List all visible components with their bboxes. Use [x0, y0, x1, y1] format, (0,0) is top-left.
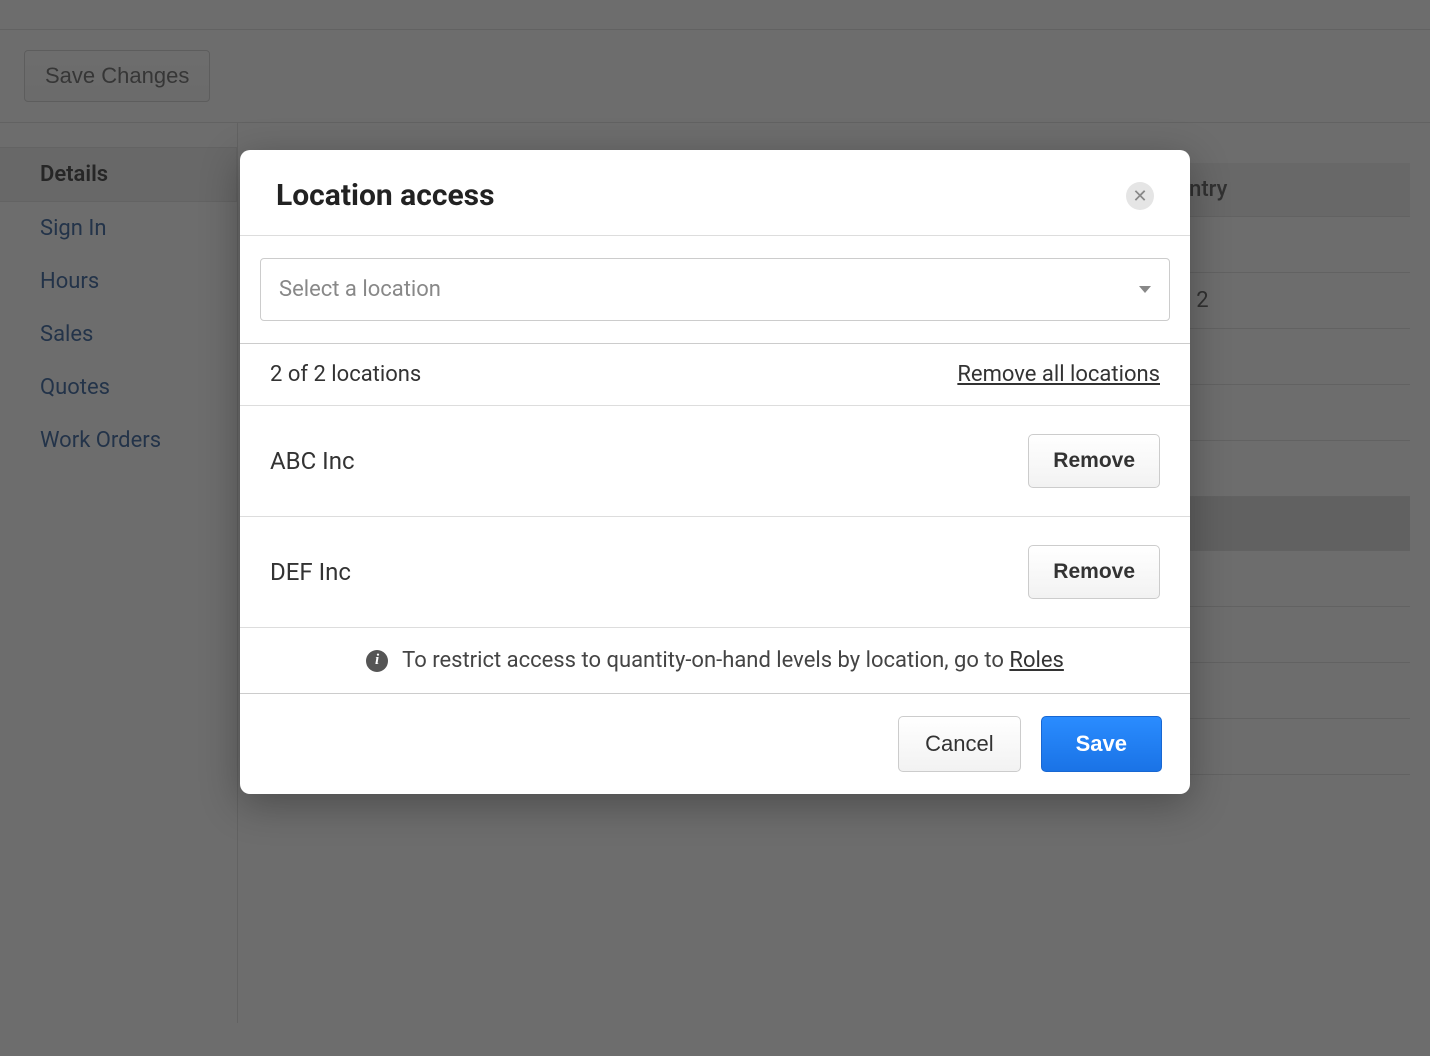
- close-icon: ✕: [1132, 187, 1147, 205]
- close-button[interactable]: ✕: [1126, 182, 1154, 210]
- modal-title: Location access: [276, 178, 494, 213]
- chevron-down-icon: [1139, 286, 1151, 293]
- save-button[interactable]: Save: [1041, 716, 1162, 772]
- location-row: DEF Inc Remove: [240, 517, 1190, 627]
- info-icon: i: [366, 650, 388, 672]
- remove-location-button[interactable]: Remove: [1028, 434, 1160, 488]
- remove-all-locations-link[interactable]: Remove all locations: [957, 362, 1160, 387]
- location-name: DEF Inc: [270, 558, 351, 586]
- location-count-row: 2 of 2 locations Remove all locations: [240, 344, 1190, 406]
- location-row: ABC Inc Remove: [240, 406, 1190, 517]
- location-select[interactable]: Select a location: [260, 258, 1170, 321]
- info-row: i To restrict access to quantity-on-hand…: [240, 627, 1190, 694]
- remove-location-button[interactable]: Remove: [1028, 545, 1160, 599]
- location-access-modal: Location access ✕ Select a location 2 of…: [240, 150, 1190, 794]
- location-select-placeholder: Select a location: [279, 277, 441, 302]
- info-text: To restrict access to quantity-on-hand l…: [402, 648, 1064, 673]
- location-count-text: 2 of 2 locations: [270, 362, 421, 387]
- modal-header: Location access ✕: [240, 150, 1190, 236]
- cancel-button[interactable]: Cancel: [898, 716, 1020, 772]
- info-text-prefix: To restrict access to quantity-on-hand l…: [402, 648, 1009, 673]
- roles-link[interactable]: Roles: [1009, 648, 1063, 673]
- modal-overlay: Location access ✕ Select a location 2 of…: [0, 0, 1430, 1056]
- location-select-wrap: Select a location: [240, 236, 1190, 344]
- location-name: ABC Inc: [270, 447, 355, 475]
- modal-footer: Cancel Save: [240, 694, 1190, 794]
